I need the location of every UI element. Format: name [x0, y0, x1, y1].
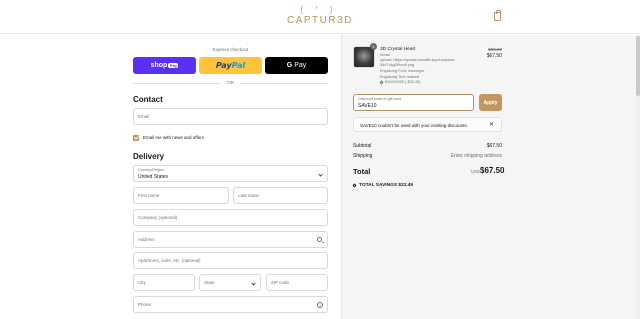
shop-pay-label: shop [150, 62, 168, 69]
logo-mark: [ ' ] [299, 7, 336, 15]
google-g-icon: G [286, 62, 293, 69]
phone-placeholder: Phone [138, 302, 152, 307]
newsletter-label: Email me with news and offers [143, 135, 204, 140]
address-field[interactable]: Address [133, 231, 328, 248]
discount-value: SAVE10 [358, 103, 377, 109]
currency-code: USD [471, 169, 480, 174]
zip-placeholder: ZIP code [271, 280, 289, 285]
product-price: $67.50 [486, 53, 502, 59]
google-pay-label: Pay [294, 62, 307, 69]
country-select[interactable]: Country/Region United States [133, 165, 328, 182]
contact-heading: Contact [133, 95, 163, 104]
subtotal-value: $67.50 [486, 143, 502, 149]
original-price: $89.99 [488, 47, 502, 52]
company-field[interactable]: Company (optional) [133, 209, 328, 226]
apartment-placeholder: Apartment, suite, etc. (optional) [138, 258, 201, 263]
tag-icon [352, 183, 357, 188]
shop-pay-button[interactable]: shop Pay [133, 57, 196, 74]
shipping-value: Enter shipping address [450, 153, 502, 159]
state-placeholder: State [204, 280, 215, 285]
subtotal-label: Subtotal [353, 143, 372, 149]
chevron-down-icon [251, 281, 256, 286]
paypal-label-b: Pal [231, 61, 246, 70]
zip-field[interactable]: ZIP code [266, 274, 328, 291]
newsletter-checkbox[interactable] [133, 134, 139, 141]
shipping-label: Shipping [353, 153, 373, 159]
close-icon[interactable]: ✕ [489, 122, 494, 128]
last-name-field[interactable]: Last name [233, 187, 328, 204]
email-placeholder: Email [138, 114, 150, 119]
quantity-badge: 1 [370, 43, 377, 50]
country-value: United States [138, 174, 169, 180]
total-savings: TOTAL SAVINGS $22.49 [352, 183, 414, 188]
email-field[interactable]: Email [133, 108, 328, 125]
engraving-font: Engraving Font: monotype [380, 69, 425, 73]
last-name-placeholder: Last name [238, 193, 260, 198]
product-size: Small [380, 53, 390, 57]
total-value: $67.50 [480, 166, 505, 175]
scrollbar-thumb[interactable] [636, 36, 640, 96]
discount-label: Discount code or gift card [358, 97, 402, 101]
address-placeholder: Address [138, 237, 155, 242]
or-divider: OR [133, 79, 328, 87]
logo-text: CAPTUR3D [287, 15, 353, 26]
product-upload-line2: 3d/f7c4g2f9vn4l.png [380, 62, 415, 67]
applied-discount-text: EN00/2025 (-$22.49) [385, 80, 421, 84]
apartment-field[interactable]: Apartment, suite, etc. (optional) [133, 252, 328, 269]
phone-field[interactable]: Phone ? [133, 296, 328, 313]
first-name-placeholder: First name [138, 193, 160, 198]
city-placeholder: City [138, 280, 146, 285]
tag-icon [379, 80, 384, 85]
state-select[interactable]: State [199, 274, 261, 291]
help-icon[interactable]: ? [317, 302, 323, 308]
paypal-button[interactable]: Pay Pal [199, 57, 262, 74]
google-pay-button[interactable]: G Pay [265, 57, 328, 74]
shop-pay-chip: Pay [168, 63, 179, 68]
total-savings-text: TOTAL SAVINGS $22.49 [359, 183, 414, 188]
search-icon [317, 237, 322, 242]
applied-discount: EN00/2025 (-$22.49) [379, 80, 464, 85]
city-field[interactable]: City [133, 274, 195, 291]
shopping-bag-icon[interactable] [494, 10, 501, 21]
engraving-text: Engraving Text: wdewd [380, 75, 419, 79]
company-placeholder: Company (optional) [138, 215, 178, 220]
express-checkout-title: Express checkout [212, 47, 249, 52]
country-label: Country/Region [138, 168, 165, 172]
brand-logo[interactable]: [ ' ] CAPTUR3D [287, 7, 353, 29]
product-name: 3D Crystal Heart [380, 47, 416, 52]
newsletter-option[interactable]: Email me with news and offers [133, 134, 204, 141]
paypal-label-a: Pay [215, 61, 232, 70]
first-name-field[interactable]: First name [133, 187, 229, 204]
apply-button[interactable]: Apply [479, 94, 502, 111]
delivery-heading: Delivery [133, 152, 165, 161]
header: [ ' ] CAPTUR3D [0, 0, 640, 34]
or-text: OR [227, 80, 234, 85]
chevron-down-icon [318, 172, 323, 177]
discount-code-input[interactable]: Discount code or gift card SAVE10 [353, 94, 474, 111]
total-label: Total [353, 167, 371, 176]
discount-error-alert: SAVE10 couldn't be used with your existi… [353, 117, 502, 132]
alert-text: SAVE10 couldn't be used with your existi… [360, 123, 468, 128]
